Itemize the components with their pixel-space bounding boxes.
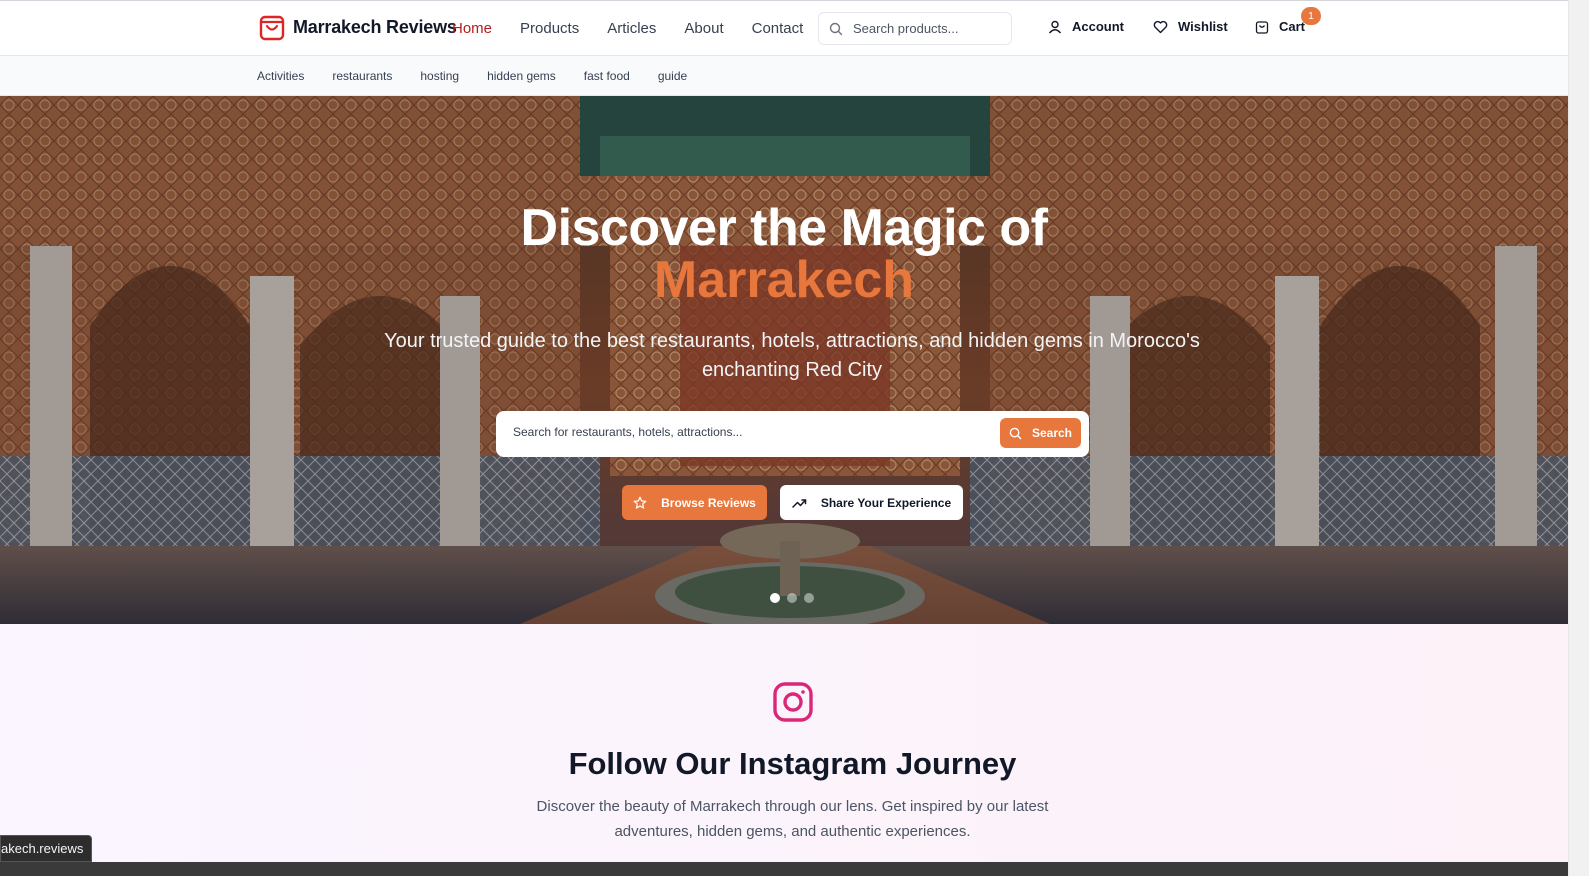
hero-search-button-label: Search [1031,426,1073,440]
cart-label: Cart [1279,19,1306,34]
nav-products[interactable]: Products [520,20,579,37]
carousel-indicators [770,593,814,603]
cart-button[interactable]: Cart [1255,19,1305,34]
star-icon [633,496,647,509]
carousel-dot-3[interactable] [804,593,814,603]
share-experience-label: Share Your Experience [820,495,952,510]
hero-search-bar: Search [496,411,1089,457]
hero-title-accent: Marrakech [653,251,915,309]
product-search [818,12,1012,45]
instagram-section: Follow Our Instagram Journey Discover th… [0,624,1568,876]
category-nav: Activities restaurants hosting hidden ge… [0,56,1568,96]
shopping-bag-icon [259,15,285,41]
main-nav: Home Products Articles About Contact [452,20,803,37]
site-header: Marrakech Reviews Home Products Articles… [0,0,1568,56]
instagram-icon[interactable] [772,681,814,723]
trending-up-icon [792,498,807,508]
category-hidden-gems[interactable]: hidden gems [487,69,556,83]
status-bar-url: akech.reviews [0,835,93,862]
account-label: Account [1072,19,1124,34]
search-icon [1009,427,1022,439]
nav-home[interactable]: Home [452,20,492,37]
hero-subtitle: Your trusted guide to the best restauran… [384,330,1200,381]
category-activities[interactable]: Activities [257,69,304,83]
instagram-title: Follow Our Instagram Journey [568,746,1017,781]
hero-carousel: Discover the Magic of Marrakech Your tru… [0,96,1568,624]
nav-about[interactable]: About [684,20,723,37]
category-guide[interactable]: guide [658,69,687,83]
carousel-dot-2[interactable] [787,593,797,603]
category-restaurants[interactable]: restaurants [332,69,392,83]
hero-search-button[interactable]: Search [1000,418,1081,448]
instagram-description: Discover the beauty of Marrakech through… [536,798,1049,840]
share-experience-button[interactable]: Share Your Experience [780,485,963,520]
account-button[interactable]: Account [1048,19,1124,34]
brand-name: Marrakech Reviews [293,16,457,37]
browse-reviews-button[interactable]: Browse Reviews [622,485,767,520]
hero-search-input[interactable] [513,425,983,439]
carousel-dot-1[interactable] [770,593,780,603]
nav-articles[interactable]: Articles [607,20,656,37]
heart-icon [1153,20,1168,33]
brand-logo[interactable]: Marrakech Reviews [259,13,457,41]
category-fast-food[interactable]: fast food [584,69,630,83]
bottom-bar [0,862,1568,876]
page-scrollbar[interactable] [1568,0,1589,876]
category-hosting[interactable]: hosting [420,69,459,83]
hero-title: Discover the Magic of [520,199,1048,257]
shopping-bag-icon [1255,20,1269,34]
nav-contact[interactable]: Contact [752,20,804,37]
wishlist-button[interactable]: Wishlist [1153,19,1228,34]
product-search-input[interactable] [853,21,993,36]
user-icon [1048,20,1062,33]
cart-count-badge: 1 [1301,7,1321,25]
browse-reviews-label: Browse Reviews [661,495,756,510]
search-icon [829,22,843,35]
wishlist-label: Wishlist [1178,19,1228,34]
